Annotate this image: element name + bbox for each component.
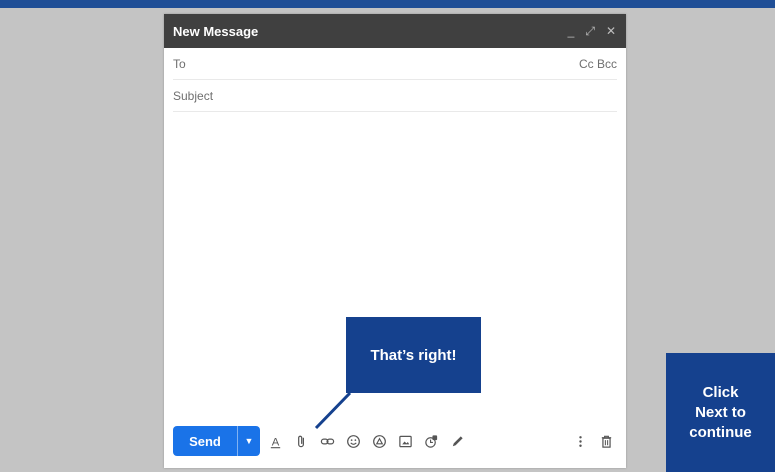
- attach-icon[interactable]: [290, 430, 312, 452]
- next-prompt: Click Next to continue: [666, 353, 775, 472]
- subject-placeholder: Subject: [173, 88, 214, 103]
- minimize-icon[interactable]: _: [568, 25, 575, 37]
- send-button[interactable]: Send: [173, 426, 237, 456]
- next-prompt-line1: Click: [702, 383, 739, 401]
- schedule-send-icon[interactable]: ▼: [237, 426, 260, 456]
- top-bar: [0, 0, 775, 8]
- compose-header: New Message _ ⤢ ✕: [164, 14, 626, 48]
- next-prompt-line2: Next to: [695, 403, 746, 421]
- subject-field[interactable]: Subject: [173, 80, 617, 112]
- photo-icon[interactable]: [394, 430, 416, 452]
- signature-icon[interactable]: [446, 430, 468, 452]
- callout-text: That’s right!: [370, 346, 457, 364]
- trash-icon[interactable]: [595, 430, 617, 452]
- header-controls: _ ⤢ ✕: [568, 25, 616, 37]
- close-icon[interactable]: ✕: [606, 25, 616, 37]
- drive-icon[interactable]: [368, 430, 390, 452]
- confidential-icon[interactable]: [420, 430, 442, 452]
- link-icon[interactable]: [316, 430, 338, 452]
- compose-title: New Message: [173, 23, 259, 39]
- to-field[interactable]: To Cc Bcc: [173, 48, 617, 80]
- format-text-icon[interactable]: A: [264, 430, 286, 452]
- more-options-icon[interactable]: [569, 430, 591, 452]
- svg-text:A: A: [271, 436, 279, 448]
- to-placeholder: To: [173, 56, 186, 71]
- compose-window: New Message _ ⤢ ✕ To Cc Bcc Subject Send…: [164, 14, 626, 468]
- feedback-callout: That’s right!: [346, 317, 481, 393]
- send-group: Send ▼: [173, 426, 260, 456]
- cc-bcc-link[interactable]: Cc Bcc: [579, 57, 617, 71]
- compose-toolbar: Send ▼ A: [173, 426, 617, 456]
- expand-icon[interactable]: ⤢: [585, 25, 595, 37]
- callout-pointer: [314, 392, 352, 430]
- emoji-icon[interactable]: [342, 430, 364, 452]
- next-prompt-line3: continue: [689, 423, 752, 441]
